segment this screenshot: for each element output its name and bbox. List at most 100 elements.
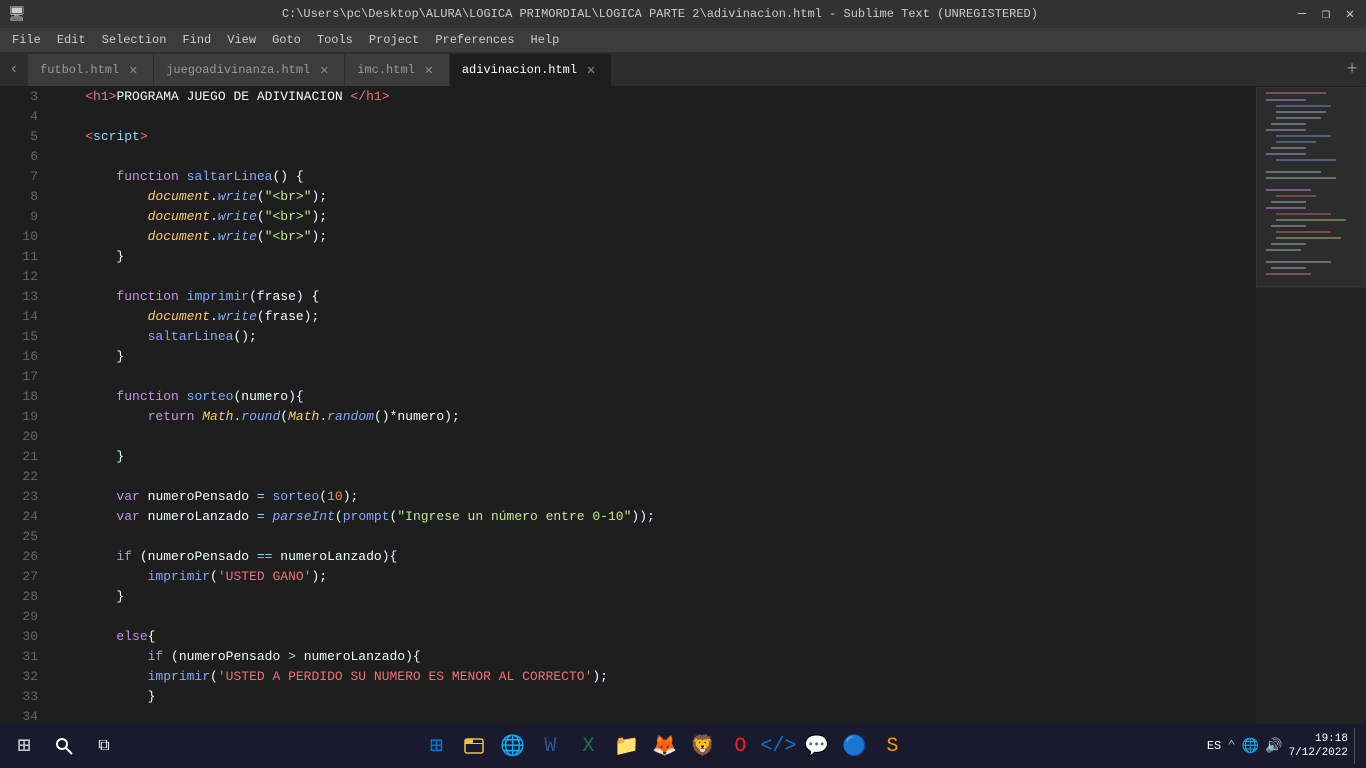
line-num-18: 18 [0, 387, 38, 407]
code-line-14: document.write(frase); [54, 307, 1256, 327]
line-num-21: 21 [0, 447, 38, 467]
code-line-7: function saltarLinea() { [54, 167, 1256, 187]
tab-nav-left[interactable]: ‹ [0, 51, 28, 86]
taskbar-center: ⊞ 🌐 W X 📁 🦊 🦁 O </> 💬 🔵 S [122, 728, 1207, 764]
tab-close-adivinacion[interactable]: ✕ [583, 62, 599, 78]
menu-tools[interactable]: Tools [309, 31, 361, 49]
code-line-22 [54, 467, 1256, 487]
minimize-button[interactable]: — [1294, 6, 1310, 22]
search-button[interactable] [46, 728, 82, 764]
code-line-10: document.write("<br>"); [54, 227, 1256, 247]
tab-juegoadivinanza[interactable]: juegoadivinanza.html ✕ [154, 54, 345, 86]
taskbar-firefox-icon[interactable]: 🦊 [646, 728, 682, 764]
menu-help[interactable]: Help [523, 31, 568, 49]
tab-adivinacion[interactable]: adivinacion.html ✕ [450, 54, 612, 86]
tab-label: futbol.html [40, 63, 119, 77]
menu-preferences[interactable]: Preferences [427, 31, 522, 49]
code-area[interactable]: <h1>PROGRAMA JUEGO DE ADIVINACION </h1> … [46, 87, 1256, 740]
code-line-28: } [54, 587, 1256, 607]
menu-find[interactable]: Find [174, 31, 219, 49]
tab-bar: ‹ futbol.html ✕ juegoadivinanza.html ✕ i… [0, 52, 1366, 87]
code-line-24: var numeroLanzado = parseInt(prompt("Ing… [54, 507, 1256, 527]
line-num-22: 22 [0, 467, 38, 487]
title-bar: 🖥 C:\Users\pc\Desktop\ALURA\LOGICA PRIMO… [0, 0, 1366, 28]
menu-view[interactable]: View [219, 31, 264, 49]
taskbar-brave-icon[interactable]: 🦁 [684, 728, 720, 764]
tab-label: juegoadivinanza.html [166, 63, 310, 77]
code-line-13: function imprimir(frase) { [54, 287, 1256, 307]
line-num-6: 6 [0, 147, 38, 167]
code-line-26: if (numeroPensado == numeroLanzado){ [54, 547, 1256, 567]
line-num-11: 11 [0, 247, 38, 267]
clock[interactable]: 19:18 7/12/2022 [1289, 732, 1348, 761]
taskbar-edge-icon[interactable]: 🌐 [494, 728, 530, 764]
code-line-30: else{ [54, 627, 1256, 647]
menu-edit[interactable]: Edit [49, 31, 94, 49]
line-num-29: 29 [0, 607, 38, 627]
menu-bar: File Edit Selection Find View Goto Tools… [0, 28, 1366, 52]
code-line-21: } [54, 447, 1256, 467]
line-num-9: 9 [0, 207, 38, 227]
tab-imc[interactable]: imc.html ✕ [345, 54, 450, 86]
line-num-5: 5 [0, 127, 38, 147]
menu-selection[interactable]: Selection [94, 31, 175, 49]
code-line-11: } [54, 247, 1256, 267]
taskbar-vscode-icon[interactable]: </> [760, 728, 796, 764]
line-num-33: 33 [0, 687, 38, 707]
line-num-10: 10 [0, 227, 38, 247]
code-line-8: document.write("<br>"); [54, 187, 1256, 207]
code-line-15: saltarLinea(); [54, 327, 1256, 347]
volume-icon[interactable]: 🔊 [1265, 738, 1282, 755]
menu-goto[interactable]: Goto [264, 31, 309, 49]
maximize-button[interactable]: ❐ [1318, 6, 1334, 22]
line-num-16: 16 [0, 347, 38, 367]
close-button[interactable]: ✕ [1342, 6, 1358, 22]
code-line-6 [54, 147, 1256, 167]
code-line-4 [54, 107, 1256, 127]
title-bar-icon: 🖥 [8, 6, 26, 23]
taskbar-excel-icon[interactable]: X [570, 728, 606, 764]
tab-label: imc.html [357, 63, 415, 77]
code-line-31: if (numeroPensado > numeroLanzado){ [54, 647, 1256, 667]
title-bar-title: C:\Users\pc\Desktop\ALURA\LOGICA PRIMORD… [26, 7, 1294, 21]
tab-close-imc[interactable]: ✕ [421, 62, 437, 78]
taskbar-right: ES ⌃ 🌐 🔊 19:18 7/12/2022 [1207, 728, 1360, 764]
code-line-18: function sorteo(numero){ [54, 387, 1256, 407]
tab-close-juegoadivinanza[interactable]: ✕ [316, 62, 332, 78]
network-icon[interactable]: 🌐 [1242, 738, 1259, 755]
taskbar-opera-icon[interactable]: O [722, 728, 758, 764]
line-num-32: 32 [0, 667, 38, 687]
line-num-12: 12 [0, 267, 38, 287]
taskbar-word-icon[interactable]: W [532, 728, 568, 764]
show-hidden-icon[interactable]: ⌃ [1227, 738, 1235, 755]
code-line-9: document.write("<br>"); [54, 207, 1256, 227]
line-num-31: 31 [0, 647, 38, 667]
line-num-28: 28 [0, 587, 38, 607]
menu-file[interactable]: File [4, 31, 49, 49]
code-line-29 [54, 607, 1256, 627]
code-line-16: } [54, 347, 1256, 367]
tab-futbol[interactable]: futbol.html ✕ [28, 54, 154, 86]
line-num-24: 24 [0, 507, 38, 527]
taskbar-chrome-icon[interactable]: 🔵 [836, 728, 872, 764]
code-line-3: <h1>PROGRAMA JUEGO DE ADIVINACION </h1> [54, 87, 1256, 107]
show-desktop-button[interactable] [1354, 728, 1360, 764]
taskbar-explorer-icon[interactable] [456, 728, 492, 764]
line-num-17: 17 [0, 367, 38, 387]
start-button[interactable]: ⊞ [6, 728, 42, 764]
task-view-button[interactable]: ⧉ [86, 728, 122, 764]
taskbar-sublime-icon[interactable]: S [874, 728, 910, 764]
tab-close-futbol[interactable]: ✕ [125, 62, 141, 78]
menu-project[interactable]: Project [361, 31, 427, 49]
title-bar-controls: — ❐ ✕ [1294, 6, 1358, 22]
line-num-15: 15 [0, 327, 38, 347]
taskbar-whatsapp-icon[interactable]: 💬 [798, 728, 834, 764]
language-indicator[interactable]: ES [1207, 739, 1221, 753]
taskbar-windows-icon[interactable]: ⊞ [418, 728, 454, 764]
code-line-23: var numeroPensado = sorteo(10); [54, 487, 1256, 507]
code-line-32: imprimir('USTED A PERDIDO SU NUMERO ES M… [54, 667, 1256, 687]
tab-add-button[interactable]: + [1338, 54, 1366, 86]
code-line-12 [54, 267, 1256, 287]
taskbar-files-icon[interactable]: 📁 [608, 728, 644, 764]
line-num-25: 25 [0, 527, 38, 547]
